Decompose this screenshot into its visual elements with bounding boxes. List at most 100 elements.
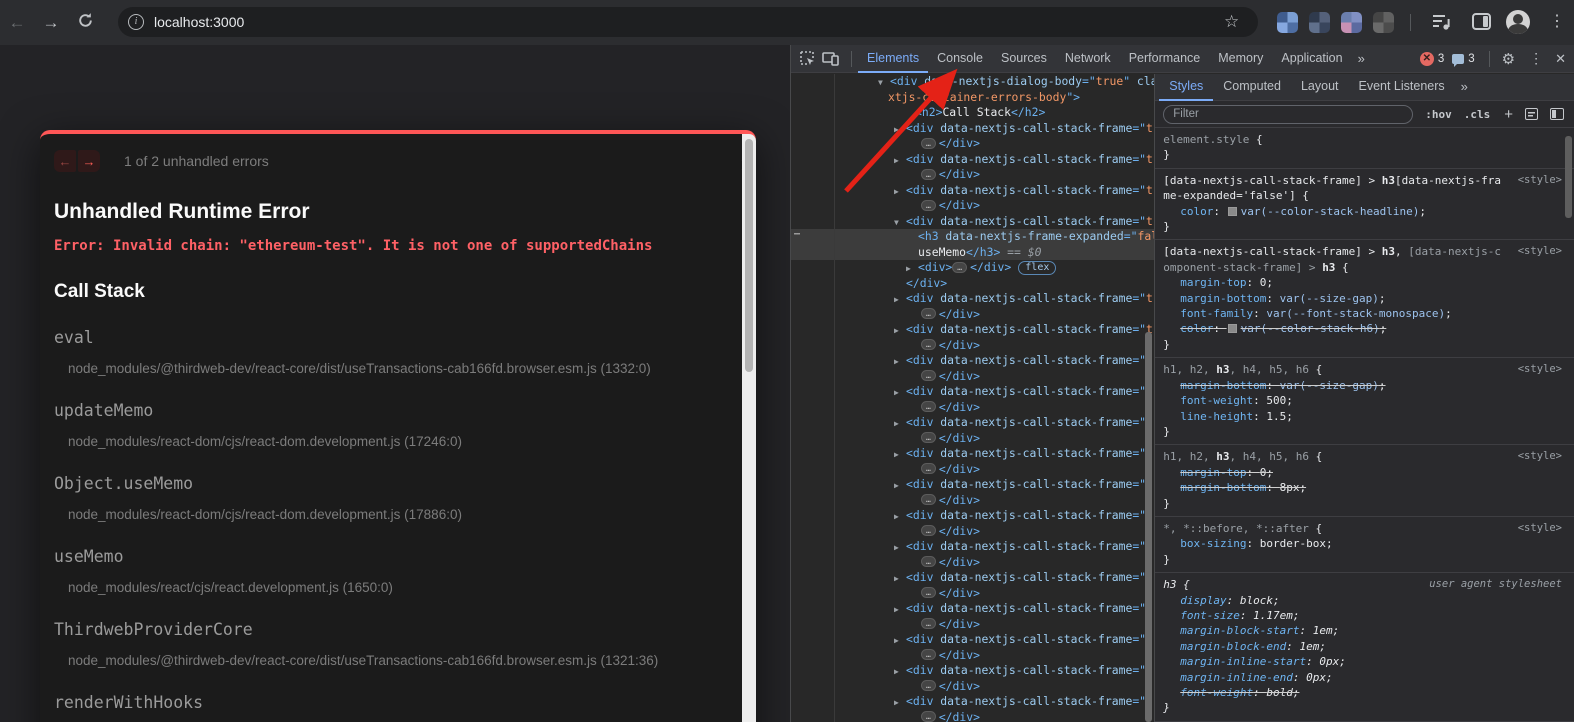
expand-arrow-icon[interactable]: ▶ [894,695,899,711]
devtools-tab-elements[interactable]: Elements [858,45,928,73]
side-panel-icon[interactable] [1472,13,1491,30]
dom-tree-row[interactable]: …</div> [791,679,1154,695]
inline-expand-button[interactable]: … [921,680,936,691]
address-bar[interactable]: i localhost:3000 [118,7,1258,37]
inline-expand-button[interactable]: … [921,525,936,536]
dom-tree-row[interactable]: ▶<div data-nextjs-call-stack-frame="true… [791,508,1154,524]
devtools-close-icon[interactable]: ✕ [1555,51,1566,67]
css-declaration[interactable]: margin-top: 0; [1163,465,1568,480]
dom-tree-row[interactable]: ⋯<h3 data-nextjs-frame-expanded="false"> [791,229,1154,245]
inline-expand-button[interactable]: … [921,587,936,598]
dom-tree-row[interactable]: ▶<div data-nextjs-call-stack-frame="true… [791,632,1154,648]
browser-menu-icon[interactable]: ⋮ [1549,11,1565,31]
inline-expand-button[interactable]: … [921,370,936,381]
expand-arrow-icon[interactable]: ▶ [894,447,899,463]
expand-arrow-icon[interactable]: ▶ [894,184,899,200]
site-info-icon[interactable]: i [128,14,144,30]
elements-scrollbar-thumb[interactable] [1145,332,1152,722]
sidebar-tab-styles[interactable]: Styles [1159,74,1213,101]
dom-tree-row[interactable]: ▶<div data-nextjs-call-stack-frame="true… [791,291,1154,307]
inline-expand-button[interactable]: … [921,494,936,505]
overlay-scrollbar[interactable] [742,134,756,722]
dom-tree-row[interactable]: ▶<div data-nextjs-call-stack-frame="true… [791,446,1154,462]
back-icon[interactable]: ← [0,13,34,33]
new-style-rule-icon[interactable]: + [1504,107,1513,122]
inspect-element-icon[interactable] [799,50,816,67]
dom-tree-row[interactable]: ▶<div data-nextjs-call-stack-frame="true… [791,570,1154,586]
dom-tree-row[interactable]: useMemo</h3> == $0 [791,245,1154,261]
dom-tree-row[interactable]: …</div> [791,462,1154,478]
devtools-tab-sources[interactable]: Sources [992,45,1056,73]
dom-tree-row[interactable]: …</div> [791,555,1154,571]
extension-icon-3[interactable] [1341,12,1362,33]
dom-tree-row[interactable]: ▶<div data-nextjs-call-stack-frame="true… [791,694,1154,710]
expand-arrow-icon[interactable]: ▶ [894,602,899,618]
inline-expand-button[interactable]: … [921,556,936,567]
dom-tree-row[interactable]: …</div> [791,710,1154,722]
previous-error-button[interactable]: ← [54,150,76,172]
devtools-tab-performance[interactable]: Performance [1120,45,1210,73]
css-declaration[interactable]: font-size: 1.17em; [1163,608,1568,623]
styles-scrollbar-thumb[interactable] [1565,136,1572,218]
dom-tree-row[interactable]: …</div> [791,338,1154,354]
css-declaration[interactable]: margin-inline-start: 0px; [1163,654,1568,669]
expand-arrow-icon[interactable]: ▼ [878,75,883,91]
rule-selector[interactable]: <style>[data-nextjs-call-stack-frame] > … [1163,244,1568,275]
sidebar-more-tabs-icon[interactable]: » [1461,73,1468,101]
expand-arrow-icon[interactable]: ▶ [894,153,899,169]
expand-arrow-icon[interactable]: ▶ [894,664,899,680]
css-declaration[interactable]: margin-top: 0; [1163,275,1568,290]
rule-selector[interactable]: <style>h1, h2, h3, h4, h5, h6 { [1163,449,1568,464]
css-declaration[interactable]: font-weight: bold; [1163,685,1568,700]
dom-tree-row[interactable]: …</div> [791,524,1154,540]
style-origin-link[interactable]: <style> [1518,521,1562,536]
inline-expand-button[interactable]: … [921,401,936,412]
bookmark-star-icon[interactable]: ☆ [1224,13,1239,30]
inline-expand-button[interactable]: … [921,432,936,443]
rule-selector[interactable]: <style>[data-nextjs-call-stack-frame] > … [1163,173,1568,204]
dom-tree-row[interactable]: ▶<div data-nextjs-call-stack-frame="true… [791,152,1154,168]
rule-selector[interactable]: <style>*, *::before, *::after { [1163,521,1568,536]
css-declaration[interactable]: color: var(--color-stack-h6); [1163,321,1568,336]
dom-tree-row[interactable]: ▼<div data-nextjs-call-stack-frame="true… [791,214,1154,230]
inline-expand-button[interactable]: … [921,200,936,211]
style-origin-link[interactable]: <style> [1518,173,1562,188]
dom-tree-row[interactable]: ▶<div data-nextjs-call-stack-frame="true… [791,384,1154,400]
dom-tree-row[interactable]: xtjs-container-errors-body"> [791,90,1154,106]
css-declaration[interactable]: margin-bottom: var(--size-gap); [1163,378,1568,393]
style-origin-link[interactable]: user agent stylesheet [1429,577,1562,592]
sidebar-tab-layout[interactable]: Layout [1291,74,1349,101]
dom-tree-row[interactable]: ▶<div data-nextjs-call-stack-frame="true… [791,663,1154,679]
forward-icon[interactable]: → [34,13,68,33]
css-declaration[interactable]: margin-inline-end: 0px; [1163,670,1568,685]
dom-tree-row[interactable]: ▶<div data-nextjs-call-stack-frame="true… [791,322,1154,338]
css-declaration[interactable]: font-family: var(--font-stack-monospace)… [1163,306,1568,321]
devtools-tab-console[interactable]: Console [928,45,992,73]
rule-selector[interactable]: <style>h1, h2, h3, h4, h5, h6 { [1163,362,1568,377]
css-declaration[interactable]: display: block; [1163,593,1568,608]
styles-filter-input[interactable] [1163,105,1413,124]
extension-icon-2[interactable] [1309,12,1330,33]
dom-tree-row[interactable]: ▶<div data-nextjs-call-stack-frame="true… [791,477,1154,493]
expand-arrow-icon[interactable]: ▶ [894,478,899,494]
expand-arrow-icon[interactable]: ▼ [894,215,899,231]
device-toolbar-icon[interactable] [822,51,839,66]
expand-arrow-icon[interactable]: ▶ [894,385,899,401]
expand-arrow-icon[interactable]: ▶ [894,292,899,308]
dom-tree-row[interactable]: ▶<div>…</div>flex [791,260,1154,276]
row-options-icon[interactable]: ⋯ [794,227,801,243]
expand-arrow-icon[interactable]: ▶ [894,509,899,525]
dom-tree-row[interactable]: </div> [791,276,1154,292]
css-declaration[interactable]: margin-block-end: 1em; [1163,639,1568,654]
css-declaration[interactable]: color: var(--color-stack-headline); [1163,204,1568,219]
toggle-hov[interactable]: :hov [1425,108,1452,121]
computed-styles-icon[interactable] [1525,108,1538,120]
expand-arrow-icon[interactable]: ▶ [894,354,899,370]
css-declaration[interactable]: margin-bottom: 8px; [1163,480,1568,495]
dom-tree-row[interactable]: …</div> [791,493,1154,509]
expand-arrow-icon[interactable]: ▶ [894,122,899,138]
profile-avatar[interactable] [1506,10,1530,34]
media-controls-icon[interactable] [1432,13,1452,31]
devtools-tab-memory[interactable]: Memory [1209,45,1272,73]
rule-selector[interactable]: element.style { [1163,132,1568,147]
